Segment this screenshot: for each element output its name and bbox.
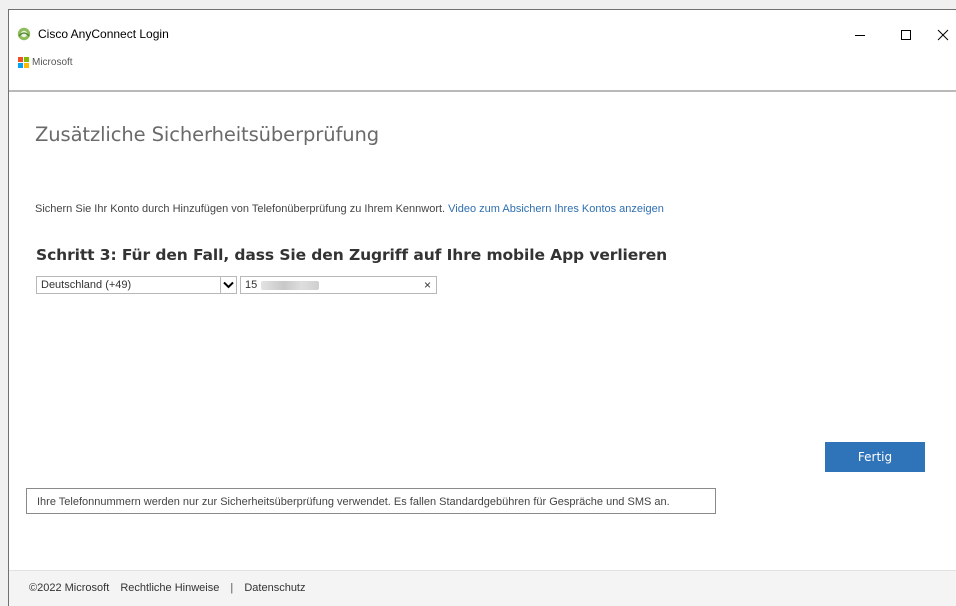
footer: ©2022 Microsoft Rechtliche Hinweise | Da…	[9, 570, 956, 606]
title-bar: Cisco AnyConnect Login	[9, 10, 956, 52]
close-icon	[937, 29, 949, 41]
chevron-down-icon	[223, 281, 234, 289]
video-link[interactable]: Video zum Absichern Ihres Kontos anzeige…	[448, 203, 664, 215]
redacted-phone-digits	[261, 281, 319, 290]
footer-links: ©2022 Microsoft Rechtliche Hinweise | Da…	[29, 582, 314, 594]
app-window: Cisco AnyConnect Login Microsoft Zusätzl…	[8, 9, 956, 606]
page-title: Zusätzliche Sicherheitsüberprüfung	[35, 123, 380, 146]
country-select-value: Deutschland (+49)	[41, 279, 132, 291]
intro-text: Sichern Sie Ihr Konto durch Hinzufügen v…	[35, 203, 664, 215]
copyright-text: ©2022 Microsoft	[29, 582, 110, 594]
maximize-icon	[901, 30, 911, 40]
intro-description: Sichern Sie Ihr Konto durch Hinzufügen v…	[35, 203, 446, 215]
brand-label: Microsoft	[32, 57, 73, 68]
maximize-button[interactable]	[883, 20, 929, 50]
clear-input-button[interactable]: ×	[424, 278, 431, 292]
header-divider	[9, 90, 956, 92]
info-notice: Ihre Telefonnummern werden nur zur Siche…	[26, 488, 716, 514]
step-title: Schritt 3: Für den Fall, dass Sie den Zu…	[36, 246, 668, 264]
notice-text: Ihre Telefonnummern werden nur zur Siche…	[37, 496, 670, 508]
done-button[interactable]: Fertig	[825, 442, 925, 472]
phone-number-input[interactable]: 15 ×	[240, 276, 437, 294]
legal-notice-link[interactable]: Rechtliche Hinweise	[120, 582, 219, 594]
close-button[interactable]	[929, 20, 956, 50]
minimize-icon	[855, 35, 865, 36]
country-select[interactable]: Deutschland (+49)	[36, 276, 237, 294]
footer-separator: |	[230, 582, 234, 594]
minimize-button[interactable]	[837, 20, 883, 50]
privacy-link[interactable]: Datenschutz	[244, 582, 305, 594]
dropdown-toggle[interactable]	[220, 277, 236, 293]
window-title: Cisco AnyConnect Login	[38, 27, 169, 41]
microsoft-logo-icon	[18, 57, 29, 68]
phone-number-value: 15	[245, 279, 258, 291]
cisco-anyconnect-icon	[17, 27, 31, 41]
